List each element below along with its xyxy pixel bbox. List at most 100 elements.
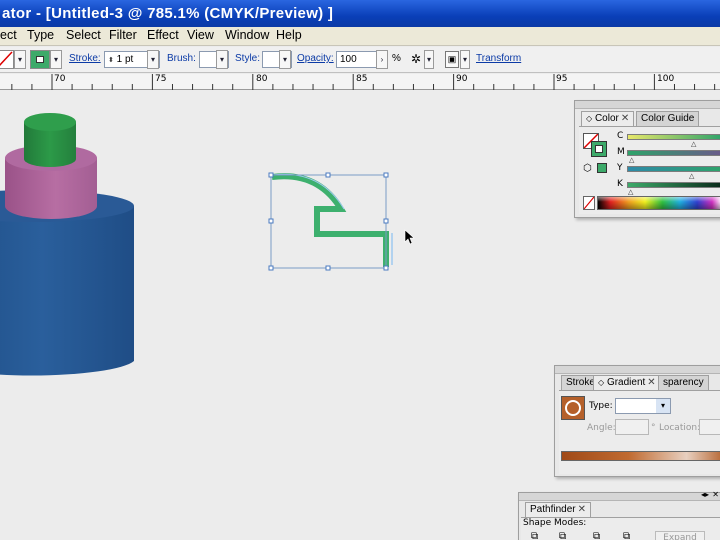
expand-button[interactable]: Expand xyxy=(655,531,705,540)
bbox-handle[interactable] xyxy=(268,265,274,271)
bbox-handle[interactable] xyxy=(325,265,331,271)
recolor-icon[interactable]: ✲ xyxy=(408,51,424,68)
location-label: Location: xyxy=(659,423,701,433)
shape-modes-label: Shape Modes: xyxy=(523,518,587,528)
green-cylinder[interactable] xyxy=(24,113,76,167)
none-swatch[interactable] xyxy=(583,196,595,210)
menu-select[interactable]: Select xyxy=(66,28,101,42)
no-fill-icon xyxy=(0,51,13,66)
title-bar: ator - [Untitled-3 @ 785.1% (CMYK/Previe… xyxy=(0,0,720,27)
last-color-swatch[interactable] xyxy=(597,163,607,173)
brush-label: Brush: xyxy=(167,53,196,64)
angle-unit: ° xyxy=(651,423,656,433)
location-field[interactable] xyxy=(699,419,720,435)
slider-thumb-icon: △ xyxy=(628,188,634,196)
ruler-label: 70 xyxy=(54,74,66,84)
angle-field[interactable] xyxy=(615,419,649,435)
fill-swatch[interactable] xyxy=(0,50,14,69)
slider-c[interactable] xyxy=(627,134,720,140)
unite-icon[interactable]: ⧉ xyxy=(531,531,538,540)
style-dropdown[interactable]: ▾ xyxy=(279,50,291,69)
transform-link[interactable]: Transform xyxy=(476,53,521,64)
bbox-handle[interactable] xyxy=(383,218,389,224)
tab-color[interactable]: ◇ Color ✕ xyxy=(581,111,635,126)
menu-effect[interactable]: Effect xyxy=(147,28,179,42)
bbox-handle[interactable] xyxy=(383,265,389,271)
stroke-proxy[interactable] xyxy=(591,141,607,157)
bounding-box[interactable] xyxy=(268,172,389,271)
panel-grip[interactable] xyxy=(575,101,720,109)
slider-thumb-icon: △ xyxy=(629,156,635,164)
type-label: Type: xyxy=(589,401,613,411)
exclude-icon[interactable]: ⧉ xyxy=(623,531,630,540)
slider-m[interactable] xyxy=(627,150,720,156)
menu-filter[interactable]: Filter xyxy=(109,28,137,42)
bbox-handle[interactable] xyxy=(383,172,389,178)
channel-label-k: K xyxy=(617,179,623,189)
pathfinder-panel: ◂▸ ✕ Pathfinder ✕ Shape Modes: ⧉ ⧉ ⧉ ⧉ Ex… xyxy=(518,490,720,540)
slider-thumb-icon: △ xyxy=(691,140,697,148)
slider-k[interactable] xyxy=(627,182,720,188)
fill-dropdown[interactable]: ▾ xyxy=(14,50,26,69)
menu-bar: ect Type Select Filter Effect View Windo… xyxy=(0,27,720,46)
selected-path[interactable] xyxy=(271,173,393,267)
stroke-swatch[interactable] xyxy=(30,50,50,69)
slider-thumb-icon: △ xyxy=(689,172,695,180)
brush-dropdown[interactable]: ▾ xyxy=(216,50,228,69)
close-icon: ✕ xyxy=(712,490,719,499)
bbox-handle[interactable] xyxy=(268,218,274,224)
tab-pathfinder[interactable]: Pathfinder ✕ xyxy=(525,502,591,517)
stroke-stepper-icon[interactable]: ⬍ xyxy=(108,57,114,64)
gradient-panel: Stroke ◇ Gradient ✕ sparency Type: ▾ Angl… xyxy=(554,365,720,477)
align-icon[interactable]: ▣ xyxy=(445,51,459,68)
bbox-handle[interactable] xyxy=(325,172,331,178)
close-icon: ✕ xyxy=(577,504,586,515)
ruler-label: 100 xyxy=(657,74,675,84)
window-title: ator - [Untitled-3 @ 785.1% (CMYK/Previe… xyxy=(2,5,334,22)
tab-color-guide[interactable]: Color Guide xyxy=(636,111,700,126)
close-icon: ✕ xyxy=(647,377,656,388)
panel-grip[interactable] xyxy=(555,366,720,374)
style-label: Style: xyxy=(235,53,261,64)
ruler-label: 95 xyxy=(556,74,568,84)
menu-view[interactable]: View xyxy=(187,28,214,42)
ruler-label: 90 xyxy=(456,74,468,84)
stroke-weight-dropdown[interactable]: ▾ xyxy=(147,50,159,69)
chevron-down-icon: ▾ xyxy=(656,399,670,413)
opacity-value: 100 xyxy=(340,54,357,65)
menu-select-partial[interactable]: ect xyxy=(0,28,17,42)
stroke-weight-value: 1 pt xyxy=(116,54,134,65)
gradient-slider[interactable] xyxy=(561,451,720,461)
channel-label-m: M xyxy=(617,147,625,157)
slider-y[interactable] xyxy=(627,166,720,172)
minus-front-icon[interactable]: ⧉ xyxy=(559,531,566,540)
stroke-label[interactable]: Stroke: xyxy=(69,53,101,64)
menu-type[interactable]: Type xyxy=(27,28,54,42)
recolor-dropdown[interactable]: ▾ xyxy=(424,50,434,69)
color-spectrum[interactable] xyxy=(597,196,720,210)
channel-label-c: C xyxy=(617,131,624,141)
ruler-label: 80 xyxy=(256,74,268,84)
collapse-icon: ◂▸ xyxy=(700,490,709,499)
tab-transparency[interactable]: sparency xyxy=(658,375,709,390)
channel-label-y: Y xyxy=(617,163,623,173)
bbox-handle[interactable] xyxy=(268,172,274,178)
opacity-dropdown[interactable]: › xyxy=(376,50,388,69)
color-panel: ◇ Color ✕ Color Guide ⬡ C △ M △ Y △ K △ xyxy=(574,100,720,218)
menu-help[interactable]: Help xyxy=(276,28,302,42)
mouse-cursor-icon xyxy=(404,229,415,245)
tab-gradient[interactable]: ◇ Gradient ✕ xyxy=(593,375,661,390)
horizontal-ruler[interactable]: 70 75 80 85 90 95 100 xyxy=(0,74,720,90)
cube-icon[interactable]: ⬡ xyxy=(583,163,592,174)
panel-grip[interactable]: ◂▸ ✕ xyxy=(519,490,720,501)
angle-label: Angle: xyxy=(587,423,616,433)
opacity-label[interactable]: Opacity: xyxy=(297,53,334,64)
intersect-icon[interactable]: ⧉ xyxy=(593,531,600,540)
ruler-label: 75 xyxy=(155,74,167,84)
opacity-unit: % xyxy=(392,53,401,64)
gradient-swatch[interactable] xyxy=(561,396,585,420)
menu-window[interactable]: Window xyxy=(225,28,269,42)
stroke-color-dropdown[interactable]: ▾ xyxy=(50,50,62,69)
align-dropdown[interactable]: ▾ xyxy=(460,50,470,69)
type-select[interactable]: ▾ xyxy=(615,398,671,414)
